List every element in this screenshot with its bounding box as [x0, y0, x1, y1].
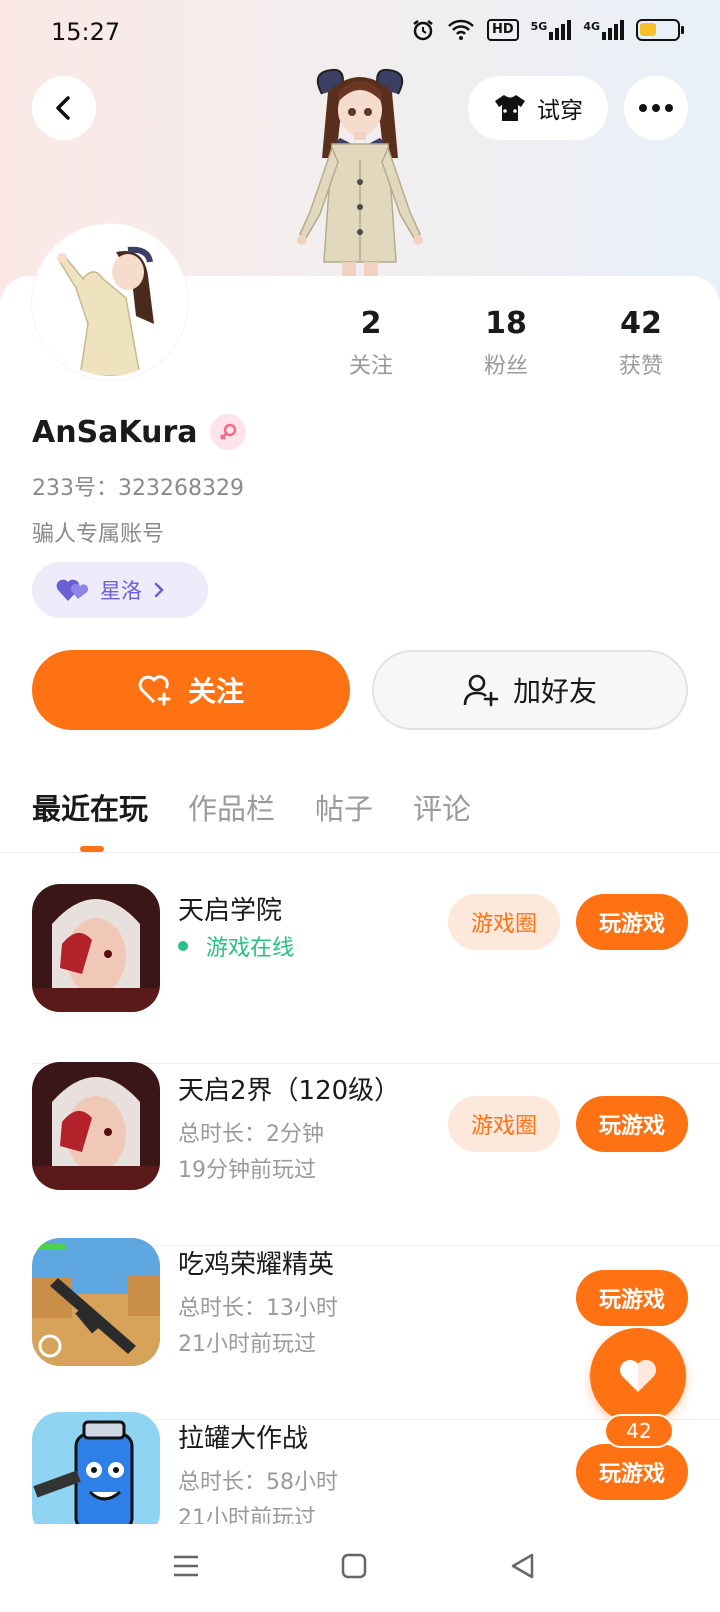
play-game-button[interactable]: 玩游戏	[576, 1270, 688, 1326]
game-icon-pubg-elite[interactable]	[32, 1238, 160, 1366]
tshirt-icon	[495, 95, 525, 121]
game-icon-can-battle[interactable]	[32, 1412, 160, 1540]
username-row: AnSaKura	[32, 414, 246, 450]
heart-plus-icon	[138, 675, 171, 706]
tab-posts[interactable]: 帖子	[315, 786, 373, 828]
5g-signal-icon: 5G	[531, 20, 572, 40]
follow-button[interactable]: 关注	[32, 650, 350, 730]
try-on-label: 试穿	[537, 98, 583, 124]
female-icon	[209, 414, 246, 450]
online-label: 游戏在线	[206, 936, 295, 961]
tag-label: 星洛	[100, 579, 142, 603]
more-button[interactable]	[624, 76, 688, 140]
5g-label: 5G	[530, 20, 548, 33]
wifi-icon	[448, 19, 474, 40]
stat-fans[interactable]: 18 粉丝	[451, 304, 561, 380]
game-duration: 总时长：13小时	[178, 1296, 338, 1321]
4g-signal-icon: 4G	[583, 20, 624, 40]
stat-following-count: 2	[360, 306, 382, 341]
game-icon-tianqi-2[interactable]	[32, 1062, 160, 1190]
game-last-played: 19分钟前玩过	[178, 1158, 316, 1183]
profile-tabs: 最近在玩 作品栏 帖子 评论	[32, 786, 471, 828]
back-button[interactable]	[32, 76, 96, 140]
square-home-icon	[341, 1553, 367, 1579]
more-dots-icon	[639, 104, 673, 112]
hamburger-icon	[174, 1555, 198, 1577]
like-count-badge: 42	[604, 1414, 674, 1448]
add-friend-label: 加好友	[512, 675, 597, 708]
4g-label: 4G	[583, 20, 600, 33]
game-title: 天启学院	[178, 896, 283, 926]
game-row[interactable]: 天启学院 游戏在线 游戏圈 玩游戏	[0, 860, 720, 1064]
home-nav-button[interactable]	[334, 1546, 374, 1586]
stat-following[interactable]: 2 关注	[316, 304, 426, 380]
online-dot-icon	[178, 941, 188, 951]
play-game-button[interactable]: 玩游戏	[576, 1096, 688, 1152]
menu-nav-button[interactable]	[166, 1546, 206, 1586]
status-time: 15:27	[51, 18, 121, 46]
battery-icon	[636, 19, 684, 41]
play-game-button[interactable]: 玩游戏	[576, 894, 688, 950]
triangle-back-icon	[511, 1553, 534, 1579]
user-bio: 骗人专属账号	[32, 522, 165, 547]
tabs-divider	[0, 852, 720, 853]
game-circle-button[interactable]: 游戏圈	[448, 1096, 560, 1152]
chevron-right-icon	[154, 582, 164, 598]
profile-stats: 2 关注 18 粉丝 42 获赞	[316, 304, 696, 380]
game-title: 吃鸡荣耀精英	[178, 1250, 335, 1280]
status-bar: 15:27 HD 5G 4G	[0, 0, 720, 64]
user-plus-icon	[463, 674, 499, 707]
hd-icon: HD	[486, 19, 519, 41]
hearts-icon	[56, 579, 89, 601]
avatar-character-3d[interactable]	[280, 62, 440, 276]
stat-fans-count: 18	[485, 306, 527, 341]
tag-chip-xingluo[interactable]: 星洛	[32, 562, 208, 618]
game-icon-tianqi-academy[interactable]	[32, 884, 160, 1012]
game-duration: 总时长：2分钟	[178, 1122, 324, 1147]
stat-likes[interactable]: 42 获赞	[586, 304, 696, 380]
game-row[interactable]: 天启2界（120级） 总时长：2分钟 19分钟前玩过 游戏圈 玩游戏	[0, 1034, 720, 1246]
back-nav-button[interactable]	[502, 1546, 542, 1586]
follow-label: 关注	[187, 675, 244, 708]
game-duration: 总时长：58小时	[178, 1470, 338, 1495]
status-icons: HD 5G 4G	[411, 18, 684, 42]
game-title: 拉罐大作战	[178, 1424, 309, 1454]
alarm-icon	[413, 20, 433, 41]
game-title: 天启2界（120级）	[178, 1076, 401, 1106]
add-friend-button[interactable]: 加好友	[372, 650, 688, 730]
stat-likes-label: 获赞	[618, 354, 663, 379]
stat-likes-count: 42	[620, 306, 662, 341]
chevron-left-icon	[56, 96, 70, 120]
system-navigation-bar	[0, 1524, 720, 1612]
play-game-button[interactable]: 玩游戏	[576, 1444, 688, 1500]
game-last-played: 21小时前玩过	[178, 1332, 316, 1357]
like-fab-button[interactable]	[590, 1328, 686, 1424]
stat-fans-label: 粉丝	[483, 354, 528, 379]
tab-recently-played[interactable]: 最近在玩	[32, 786, 148, 828]
avatar[interactable]	[32, 224, 188, 380]
game-circle-button[interactable]: 游戏圈	[448, 894, 560, 950]
try-on-button[interactable]: 试穿	[468, 76, 608, 140]
game-online-status: 游戏在线	[178, 930, 294, 962]
stat-following-label: 关注	[348, 354, 393, 379]
battery-fill	[640, 23, 656, 36]
tab-comments[interactable]: 评论	[413, 786, 471, 828]
user-id: 233号：323268329	[32, 476, 244, 501]
username: AnSaKura	[32, 414, 198, 450]
tab-works[interactable]: 作品栏	[188, 786, 275, 828]
heart-icon	[620, 1360, 656, 1392]
